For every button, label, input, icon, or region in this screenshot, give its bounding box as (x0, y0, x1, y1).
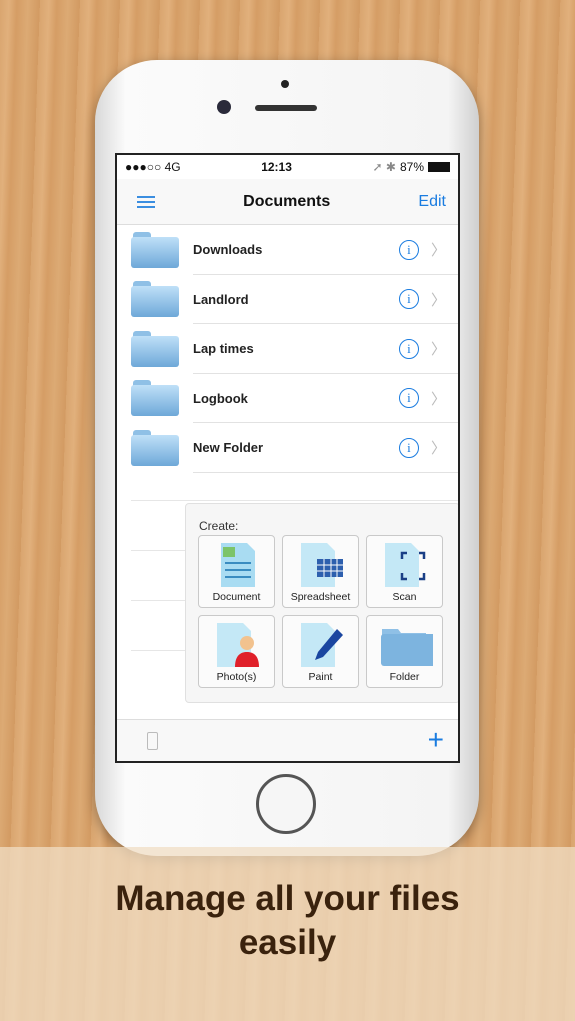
status-bar: ●●●○○ 4G 12:13 ➚ ✱ 87% (117, 155, 458, 179)
info-icon[interactable]: i (398, 239, 419, 260)
create-folder-button[interactable]: Folder (366, 615, 443, 688)
document-icon (221, 543, 255, 587)
spreadsheet-icon (301, 543, 343, 587)
info-icon[interactable]: i (398, 289, 419, 310)
folder-icon (381, 629, 433, 666)
banner-line-1: Manage all your files (115, 879, 460, 918)
tile-label: Photo(s) (216, 671, 257, 683)
list-item[interactable]: Lap times i 〉 (117, 324, 458, 374)
create-popover: Create: Document Spreadsheet Scan Photo(… (185, 503, 458, 703)
status-right: ➚ ✱ 87% (373, 160, 450, 174)
list-item[interactable]: Downloads i 〉 (117, 225, 458, 275)
folder-icon (131, 429, 179, 466)
folder-list: Downloads i 〉 Landlord i 〉 Lap times i 〉 Logbo… (117, 225, 458, 473)
info-icon[interactable]: i (398, 437, 419, 458)
device-icon[interactable] (147, 732, 158, 750)
nav-bar: Documents Edit (117, 179, 458, 225)
info-icon[interactable]: i (398, 338, 419, 359)
create-photos-button[interactable]: Photo(s) (198, 615, 275, 688)
folder-icon (131, 231, 179, 268)
signal-indicator: ●●●○○ 4G (125, 160, 181, 174)
speaker (255, 105, 317, 111)
chevron-right-icon: 〉 (430, 390, 446, 408)
bottom-toolbar: + (117, 719, 458, 761)
hamburger-icon[interactable] (137, 195, 155, 208)
folder-name: Landlord (193, 291, 249, 307)
chevron-right-icon: 〉 (430, 341, 446, 359)
folder-name: New Folder (193, 440, 264, 456)
create-scan-button[interactable]: Scan (366, 535, 443, 608)
scan-icon (385, 543, 426, 587)
info-icon[interactable]: i (398, 388, 419, 409)
folder-icon (131, 281, 179, 318)
list-item[interactable]: Landlord i 〉 (117, 275, 458, 325)
create-spreadsheet-button[interactable]: Spreadsheet (282, 535, 359, 608)
clock: 12:13 (261, 160, 292, 174)
create-label: Create: (199, 519, 239, 533)
banner-line-2: easily (238, 923, 337, 962)
divider (131, 500, 458, 501)
battery-icon (428, 162, 450, 172)
tile-label: Scan (392, 591, 417, 603)
folder-name: Lap times (193, 341, 254, 357)
tile-label: Spreadsheet (290, 591, 351, 603)
proximity-sensor (281, 80, 289, 88)
folder-name: Logbook (193, 390, 248, 406)
chevron-right-icon: 〉 (430, 242, 446, 260)
home-button[interactable] (256, 774, 316, 834)
folder-icon (131, 380, 179, 417)
folder-name: Downloads (193, 242, 263, 258)
chevron-right-icon: 〉 (430, 291, 446, 309)
location-bluetooth-icon: ➚ ✱ (372, 160, 396, 174)
app-screen: ●●●○○ 4G 12:13 ➚ ✱ 87% Documents Edit Do… (115, 153, 460, 763)
page-title: Documents (243, 192, 331, 210)
tile-label: Document (212, 591, 261, 603)
promo-banner: Manage all your files easily (0, 847, 575, 1021)
chevron-right-icon: 〉 (430, 440, 446, 458)
create-paint-button[interactable]: Paint (282, 615, 359, 688)
edit-button[interactable]: Edit (418, 193, 446, 211)
add-button[interactable]: + (428, 725, 444, 755)
create-document-button[interactable]: Document (198, 535, 275, 608)
list-item[interactable]: Logbook i 〉 (117, 374, 458, 424)
folder-icon (131, 330, 179, 367)
front-camera (217, 100, 231, 114)
tile-label: Folder (389, 671, 420, 683)
pencil-icon (301, 623, 343, 667)
tile-label: Paint (308, 671, 333, 683)
battery-percent: 87% (399, 160, 424, 174)
list-item[interactable]: New Folder i 〉 (117, 423, 458, 473)
photo-person-icon (217, 623, 259, 667)
